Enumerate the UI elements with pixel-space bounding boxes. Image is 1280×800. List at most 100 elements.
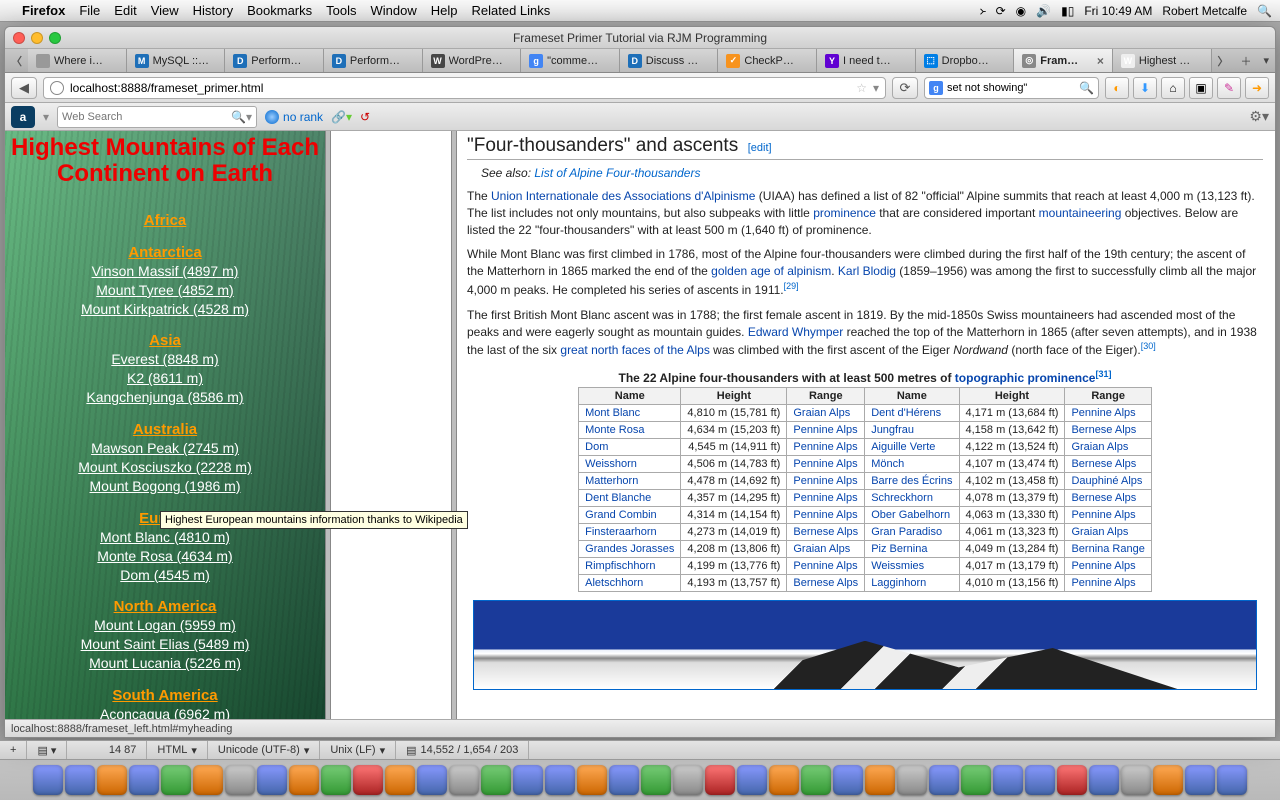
volume-icon[interactable]: 🔊 xyxy=(1036,4,1051,18)
table-link[interactable]: Finsteraarhorn xyxy=(585,526,657,538)
dock-app-icon[interactable] xyxy=(193,765,223,795)
dock-app-icon[interactable] xyxy=(513,765,543,795)
dock-app-icon[interactable] xyxy=(769,765,799,795)
ref-30[interactable]: [30] xyxy=(1141,341,1156,351)
search-input[interactable] xyxy=(947,82,1075,94)
table-link[interactable]: Aiguille Verte xyxy=(871,441,935,453)
continent-link[interactable]: Asia xyxy=(149,332,181,349)
table-link[interactable]: Matterhorn xyxy=(585,475,638,487)
table-link[interactable]: Mont Blanc xyxy=(585,407,640,419)
dock-app-icon[interactable] xyxy=(481,765,511,795)
link-north-faces[interactable]: great north faces of the Alps xyxy=(560,343,709,357)
link-topo-prominence[interactable]: topographic prominence xyxy=(955,371,1096,385)
dock-app-icon[interactable] xyxy=(225,765,255,795)
table-link[interactable]: Mönch xyxy=(871,458,904,470)
spotlight-icon[interactable]: 🔍 xyxy=(1257,4,1272,18)
dock-app-icon[interactable] xyxy=(609,765,639,795)
dropdown-history-icon[interactable]: ▾ xyxy=(873,81,879,95)
mountain-link[interactable]: Mount Tyree (4852 m) xyxy=(11,281,319,300)
edit-section-link[interactable]: [edit] xyxy=(748,142,772,154)
table-link[interactable]: Pennine Alps xyxy=(1071,577,1135,589)
mountain-link[interactable]: Monte Rosa (4634 m) xyxy=(11,547,319,566)
table-link[interactable]: Weissmies xyxy=(871,560,924,572)
dock-app-icon[interactable] xyxy=(1217,765,1247,795)
menu-tools[interactable]: Tools xyxy=(326,3,356,18)
dock-app-icon[interactable] xyxy=(129,765,159,795)
table-link[interactable]: Weisshorn xyxy=(585,458,637,470)
dock-app-icon[interactable] xyxy=(1153,765,1183,795)
new-tab-button[interactable]: ＋ xyxy=(1234,49,1257,72)
browser-tab[interactable]: Where i… xyxy=(28,49,127,72)
browser-tab[interactable]: ✓CheckP… xyxy=(718,49,817,72)
mountain-link[interactable]: Mount Kosciuszko (2228 m) xyxy=(11,458,319,477)
table-link[interactable]: Pennine Alps xyxy=(1071,407,1135,419)
table-link[interactable]: Graian Alps xyxy=(793,543,850,555)
tab-close-icon[interactable]: × xyxy=(1097,54,1104,68)
dock-app-icon[interactable] xyxy=(385,765,415,795)
mountain-link[interactable]: Mawson Peak (2745 m) xyxy=(11,439,319,458)
dock-app-icon[interactable] xyxy=(97,765,127,795)
link-uiaa[interactable]: Union Internationale des Associations d'… xyxy=(491,189,755,203)
table-link[interactable]: Pennine Alps xyxy=(793,560,857,572)
ext-icon-4[interactable]: ➜ xyxy=(1245,77,1269,99)
dock-app-icon[interactable] xyxy=(1121,765,1151,795)
browser-tab[interactable]: DPerform… xyxy=(225,49,324,72)
browser-tab[interactable]: WWordPre… xyxy=(423,49,522,72)
table-link[interactable]: Pennine Alps xyxy=(1071,509,1135,521)
bluetooth-icon[interactable]: ᚛ xyxy=(980,4,986,18)
web-search-field[interactable]: 🔍▾ xyxy=(57,106,257,128)
menu-history[interactable]: History xyxy=(193,3,233,18)
table-link[interactable]: Bernese Alps xyxy=(1071,492,1136,504)
dock-app-icon[interactable] xyxy=(1057,765,1087,795)
clock[interactable]: Fri 10:49 AM xyxy=(1084,4,1152,18)
url-bar[interactable]: ☆ ▾ xyxy=(43,77,886,99)
battery-icon[interactable]: ▮▯ xyxy=(1061,4,1074,18)
mountain-link[interactable]: Aconcagua (6962 m) xyxy=(11,705,319,719)
mountain-link[interactable]: Mount Saint Elias (5489 m) xyxy=(11,635,319,654)
editor-doc-icon[interactable]: ▤ ▾ xyxy=(27,741,67,759)
browser-tab[interactable]: ◎Fram…× xyxy=(1014,49,1113,72)
dock-app-icon[interactable] xyxy=(449,765,479,795)
sync-icon[interactable]: ⟳ xyxy=(996,4,1006,18)
search-go-icon[interactable]: 🔍 xyxy=(1079,81,1094,95)
table-link[interactable]: Barre des Écrins xyxy=(871,475,952,487)
downloads-icon[interactable]: ⬇ xyxy=(1133,77,1157,99)
toolbar-settings-icon[interactable]: ⚙▾ xyxy=(1249,108,1269,125)
link-golden-age[interactable]: golden age of alpinism xyxy=(711,264,831,278)
dock-app-icon[interactable] xyxy=(321,765,351,795)
dock-app-icon[interactable] xyxy=(865,765,895,795)
dock-app-icon[interactable] xyxy=(993,765,1023,795)
table-link[interactable]: Pennine Alps xyxy=(793,475,857,487)
editor-lang-select[interactable]: HTML ▾ xyxy=(147,741,207,759)
browser-tab[interactable]: MMySQL ::… xyxy=(127,49,226,72)
reload-button[interactable]: ⟳ xyxy=(892,77,918,99)
table-link[interactable]: Dauphiné Alps xyxy=(1071,475,1142,487)
dock-app-icon[interactable] xyxy=(161,765,191,795)
table-link[interactable]: Dent d'Hérens xyxy=(871,407,941,419)
dock-app-icon[interactable] xyxy=(289,765,319,795)
mountain-link[interactable]: Mount Kirkpatrick (4528 m) xyxy=(11,300,319,319)
table-link[interactable]: Bernina Range xyxy=(1071,543,1144,555)
dock-app-icon[interactable] xyxy=(1089,765,1119,795)
menu-edit[interactable]: Edit xyxy=(114,3,136,18)
window-titlebar[interactable]: Frameset Primer Tutorial via RJM Program… xyxy=(5,27,1275,49)
ext-icon-2[interactable]: ▣ xyxy=(1189,77,1213,99)
app-menu[interactable]: Firefox xyxy=(22,3,65,18)
table-link[interactable]: Pennine Alps xyxy=(793,458,857,470)
wifi-icon[interactable]: ◉ xyxy=(1016,4,1026,18)
menu-related-links[interactable]: Related Links xyxy=(472,3,551,18)
dock-app-icon[interactable] xyxy=(1025,765,1055,795)
dock-app-icon[interactable] xyxy=(33,765,63,795)
home-icon[interactable]: ⌂ xyxy=(1161,77,1185,99)
table-link[interactable]: Graian Alps xyxy=(793,407,850,419)
url-input[interactable] xyxy=(70,81,850,95)
ref-29[interactable]: [29] xyxy=(784,281,799,291)
dock-app-icon[interactable] xyxy=(929,765,959,795)
table-link[interactable]: Graian Alps xyxy=(1071,526,1128,538)
continent-link[interactable]: North America xyxy=(114,598,217,615)
table-link[interactable]: Bernese Alps xyxy=(1071,458,1136,470)
dock-app-icon[interactable] xyxy=(417,765,447,795)
ext-icon-3[interactable]: ✎ xyxy=(1217,77,1241,99)
editor-encoding-select[interactable]: Unicode (UTF-8) ▾ xyxy=(208,741,320,759)
table-link[interactable]: Aletschhorn xyxy=(585,577,643,589)
